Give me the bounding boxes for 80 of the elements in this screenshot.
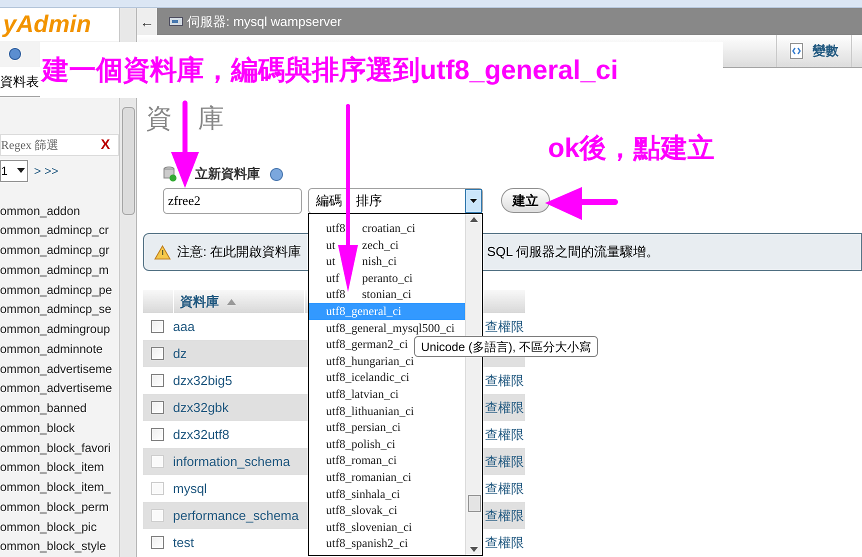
table-link[interactable]: ommon_block_perm (0, 498, 120, 518)
table-link[interactable]: ommon_admincp_se (0, 300, 120, 320)
table-link[interactable]: ommon_advertiseme (0, 360, 120, 380)
table-link[interactable]: ommon_admincp_pe (0, 280, 120, 300)
collation-option[interactable]: ut zech_ci (309, 236, 465, 254)
table-link[interactable]: ommon_block (0, 418, 120, 438)
privileges-link[interactable]: 查權限 (485, 316, 524, 336)
database-add-icon (163, 166, 177, 182)
collation-option[interactable]: utf8_romanian_ci (309, 468, 465, 486)
collation-dropdown-list[interactable] (308, 213, 483, 556)
collation-option[interactable]: utf8_slovenian_ci (309, 518, 465, 536)
privileges-link[interactable]: 查權限 (485, 424, 524, 444)
collation-option[interactable]: utf8_spanish2_ci (309, 535, 465, 552)
page-heading: 庫 (198, 105, 224, 131)
table-link[interactable]: ommon_advertiseme (0, 379, 120, 399)
table-link[interactable]: ommon_adminnote (0, 340, 120, 360)
table-link[interactable]: ommon_admingroup (0, 320, 120, 340)
column-header[interactable]: 資料庫 (180, 292, 219, 312)
code-file-icon (790, 43, 802, 59)
table-link[interactable]: ommon_block_favori (0, 438, 120, 458)
help-icon[interactable] (9, 48, 21, 60)
checkbox[interactable] (151, 320, 164, 333)
tooltip: Unicode (多語言), 不區分大小寫 (414, 336, 598, 357)
logo: yAdmin (1, 10, 92, 40)
warning-icon (154, 244, 171, 260)
filter-field[interactable]: Regex 篩選 X (0, 134, 120, 156)
table-link[interactable]: ommon_block_style (0, 537, 120, 557)
annotation-text: 建一個資料庫，編碼與排序選到utf8_general_ci (42, 54, 618, 87)
collation-option[interactable]: utf8_latvian_ci (309, 386, 465, 403)
table-link[interactable]: ommon_admincp_gr (0, 241, 120, 261)
page-select[interactable]: 1 (0, 160, 28, 182)
create-button[interactable]: 建立 (501, 188, 550, 213)
collation-option[interactable]: utf8_roman_ci (309, 452, 465, 469)
privileges-link[interactable]: 查權限 (485, 532, 524, 552)
table-link[interactable]: ommon_banned (0, 399, 120, 419)
scroll-down-icon[interactable] (470, 547, 478, 552)
scroll-thumb[interactable] (122, 107, 135, 215)
checkbox[interactable] (151, 401, 164, 414)
clear-button[interactable]: X (100, 134, 110, 156)
notice-text: 注意: 在此開啟資料庫 (177, 243, 302, 262)
page-heading: 資 (146, 105, 172, 131)
checkbox[interactable] (151, 536, 164, 549)
annotation-text: ok後，點建立 (548, 132, 715, 165)
privileges-link[interactable]: 查權限 (485, 370, 524, 390)
caret-icon (17, 168, 25, 174)
checkbox[interactable] (151, 428, 164, 441)
database-name-field[interactable]: zfree2 (163, 188, 302, 214)
sort-ascending-icon (227, 298, 236, 304)
collation-option[interactable]: utf8 stonian_ci (309, 286, 465, 303)
collation-option[interactable]: utf8_polish_ci (309, 436, 465, 452)
collation-option[interactable]: utf8_general_mysql500_ci (309, 320, 465, 336)
collation-option[interactable]: utf8_slovak_ci (309, 502, 465, 519)
collation-option[interactable]: utf peranto_ci (309, 270, 465, 286)
table-link[interactable]: ommon_block_pic (0, 518, 120, 538)
help-icon[interactable] (270, 168, 283, 180)
table-link[interactable]: ommon_admincp_m (0, 260, 120, 280)
table-link[interactable]: ommon_block_item (0, 458, 120, 478)
privileges-link[interactable]: 查權限 (485, 398, 524, 418)
scroll-thumb[interactable] (468, 495, 480, 512)
caret-icon (465, 188, 482, 212)
table-link[interactable]: ommon_addon (0, 202, 120, 222)
collation-option[interactable]: utf8_icelandic_ci (309, 369, 465, 386)
server-icon (169, 16, 183, 28)
checkbox[interactable] (151, 374, 164, 387)
checkbox[interactable] (151, 347, 164, 360)
tab[interactable]: 變數 (776, 35, 852, 67)
collation-option[interactable]: ut nish_ci (309, 253, 465, 270)
server-label: 伺服器: mysql wampserver (187, 12, 342, 31)
table-link[interactable]: ommon_admincp_cr (0, 221, 120, 241)
back-button[interactable]: ← (137, 8, 157, 35)
collation-option[interactable]: utf8_persian_ci (309, 419, 465, 436)
collation-option[interactable]: utf8 croatian_ci (309, 220, 465, 237)
table-link[interactable]: ommon_block_item_ (0, 478, 120, 498)
create-database-title: 立新資料庫 (195, 165, 260, 184)
collation-option[interactable]: utf8_lithuanian_ci (309, 402, 465, 420)
scroll-up-icon[interactable] (470, 217, 478, 222)
notice-text: SQL 伺服器之間的流量驟增。 (487, 243, 660, 262)
collation-option[interactable]: utf8_sinhala_ci (309, 486, 465, 502)
page-nav-link[interactable]: > >> (34, 162, 58, 180)
tab-label[interactable]: 資料表 (0, 72, 39, 91)
